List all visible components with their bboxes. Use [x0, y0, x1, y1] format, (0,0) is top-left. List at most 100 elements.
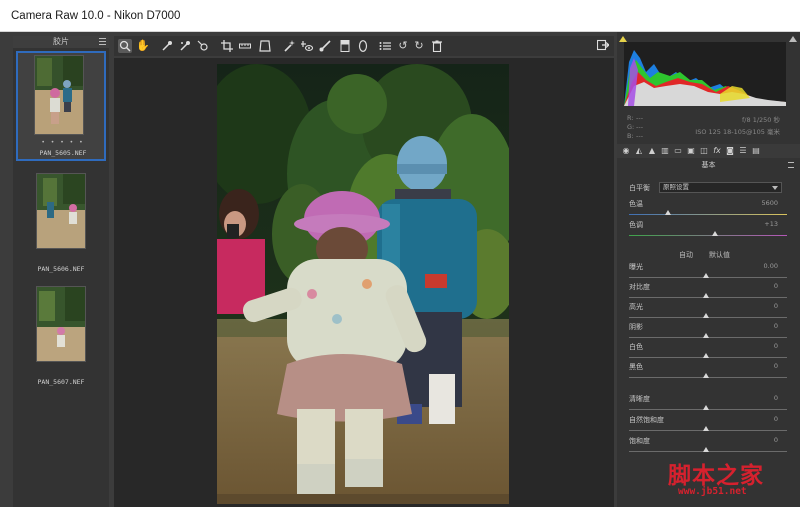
contrast-slider-knob[interactable]	[703, 293, 709, 298]
filmstrip-menu-icon[interactable]	[99, 38, 106, 45]
b-value: ---	[636, 132, 644, 140]
highlight-clipping-icon[interactable]	[789, 36, 797, 42]
zoom-icon[interactable]	[118, 39, 132, 53]
straighten-icon[interactable]	[238, 39, 252, 53]
temperature-slider-knob[interactable]	[665, 210, 671, 215]
white-balance-value: 原照设置	[663, 183, 689, 191]
spot-removal-icon[interactable]	[282, 39, 296, 53]
tint-slider-knob[interactable]	[712, 231, 718, 236]
filmstrip-panel: 胶片 • • • • • PAN_5605.NEF PAN_5606.NEF P…	[13, 36, 109, 507]
preview-canvas[interactable]	[114, 58, 614, 507]
rotate-ccw-icon[interactable]: ↺	[396, 39, 410, 53]
thumbnail-filename: PAN_5606.NEF	[37, 265, 85, 273]
blacks-label: 黑色	[629, 363, 643, 371]
filmstrip-header: 胶片	[13, 36, 109, 48]
tab-detail-icon[interactable]: ▲	[647, 146, 657, 156]
blacks-slider-knob[interactable]	[703, 373, 709, 378]
rotate-cw-icon[interactable]: ↻	[412, 39, 426, 53]
g-value: ---	[636, 123, 644, 131]
iso-lens-info: ISO 125 18-105@105 毫米	[695, 128, 780, 136]
whites-value[interactable]: 0	[774, 342, 778, 350]
tab-hsl-icon[interactable]: ▥	[660, 146, 670, 156]
transform-icon[interactable]	[258, 39, 272, 53]
filmstrip-item-3[interactable]: PAN_5607.NEF	[16, 282, 106, 392]
tab-split-toning-icon[interactable]: ▭	[673, 146, 683, 156]
exposure-slider-knob[interactable]	[703, 273, 709, 278]
tab-tone-curve-icon[interactable]: ◭	[634, 146, 644, 156]
histogram	[624, 42, 786, 106]
settings-panel: R: --- G: --- B: --- f/8 1/250 秒 ISO 125…	[617, 32, 800, 507]
white-balance-icon[interactable]	[160, 39, 174, 53]
r-value-label: R:	[627, 114, 634, 122]
tab-basic-icon[interactable]: ◉	[621, 146, 631, 156]
whites-slider-knob[interactable]	[703, 353, 709, 358]
radial-filter-icon[interactable]	[356, 39, 370, 53]
thumbnail-filename: PAN_5607.NEF	[37, 378, 85, 386]
tab-lens-icon[interactable]: ▣	[686, 146, 696, 156]
g-value-label: G:	[627, 123, 635, 131]
temperature-label: 色温	[629, 200, 643, 208]
temperature-slider[interactable]	[629, 214, 787, 215]
basic-section-header: 基本	[617, 159, 800, 171]
highlights-value[interactable]: 0	[774, 302, 778, 310]
export-icon[interactable]	[596, 39, 610, 53]
tab-effects-icon[interactable]: fx	[712, 146, 722, 156]
shadows-slider-knob[interactable]	[703, 333, 709, 338]
shadows-value[interactable]: 0	[774, 322, 778, 330]
tab-calibration-icon[interactable]: ◙	[725, 146, 735, 156]
hand-icon[interactable]: ✋	[136, 39, 150, 53]
rating-stars[interactable]: • • • • •	[18, 139, 108, 146]
window-title: Camera Raw 10.0 - Nikon D7000	[11, 10, 181, 22]
contrast-value[interactable]: 0	[774, 282, 778, 290]
basic-section-title: 基本	[701, 161, 716, 169]
graduated-filter-icon[interactable]	[338, 39, 352, 53]
clarity-label: 清晰度	[629, 395, 650, 403]
tab-transform-icon[interactable]: ◫	[699, 146, 709, 156]
r-value: ---	[636, 114, 644, 122]
title-bar: Camera Raw 10.0 - Nikon D7000	[0, 0, 800, 32]
contrast-label: 对比度	[629, 283, 650, 291]
trash-icon[interactable]	[430, 39, 444, 53]
vibrance-value[interactable]: 0	[774, 415, 778, 423]
vibrance-label: 自然饱和度	[629, 416, 664, 424]
default-button[interactable]: 默认值	[709, 250, 730, 260]
chevron-down-icon	[772, 186, 778, 190]
saturation-slider-knob[interactable]	[703, 447, 709, 452]
preview-photo[interactable]	[217, 64, 509, 504]
target-adjust-icon[interactable]	[196, 39, 210, 53]
highlights-slider-knob[interactable]	[703, 313, 709, 318]
clarity-value[interactable]: 0	[774, 394, 778, 402]
tint-value[interactable]: +13	[764, 220, 778, 228]
color-sampler-icon[interactable]	[178, 39, 192, 53]
tab-presets-icon[interactable]: ☰	[738, 146, 748, 156]
vibrance-slider-knob[interactable]	[703, 426, 709, 431]
clarity-slider-knob[interactable]	[703, 405, 709, 410]
exposure-label: 曝光	[629, 263, 643, 271]
shadows-label: 阴影	[629, 323, 643, 331]
filmstrip-item-1[interactable]: • • • • • PAN_5605.NEF	[16, 51, 106, 161]
tab-snapshots-icon[interactable]: ▤	[751, 146, 761, 156]
exposure-value[interactable]: 0.00	[764, 262, 778, 270]
exposure-info: f/8 1/250 秒	[742, 116, 780, 124]
highlights-label: 高光	[629, 303, 643, 311]
white-balance-select[interactable]: 原照设置	[659, 182, 782, 193]
thumbnail-image	[34, 55, 84, 135]
panel-tabs: ◉ ◭ ▲ ▥ ▭ ▣ ◫ fx ◙ ☰ ▤	[617, 144, 800, 158]
saturation-value[interactable]: 0	[774, 436, 778, 444]
filmstrip-item-2[interactable]: PAN_5606.NEF	[16, 169, 106, 279]
thumbnail-filename: PAN_5605.NEF	[39, 149, 87, 157]
tint-label: 色调	[629, 221, 643, 229]
blacks-value[interactable]: 0	[774, 362, 778, 370]
watermark-text: 脚本之家	[668, 462, 764, 489]
adjustment-brush-icon[interactable]	[318, 39, 332, 53]
auto-button[interactable]: 自动	[679, 250, 693, 260]
red-eye-icon[interactable]	[300, 39, 314, 53]
crop-icon[interactable]	[220, 39, 234, 53]
temperature-value[interactable]: 5600	[761, 199, 778, 207]
b-value-label: B:	[627, 132, 634, 140]
preferences-icon[interactable]	[378, 39, 392, 53]
tool-bar: ✋ ↺ ↻	[114, 36, 614, 56]
tint-slider[interactable]	[629, 235, 787, 236]
panel-menu-icon[interactable]	[788, 162, 794, 168]
camera-raw-window: 胶片 • • • • • PAN_5605.NEF PAN_5606.NEF P…	[0, 32, 800, 507]
